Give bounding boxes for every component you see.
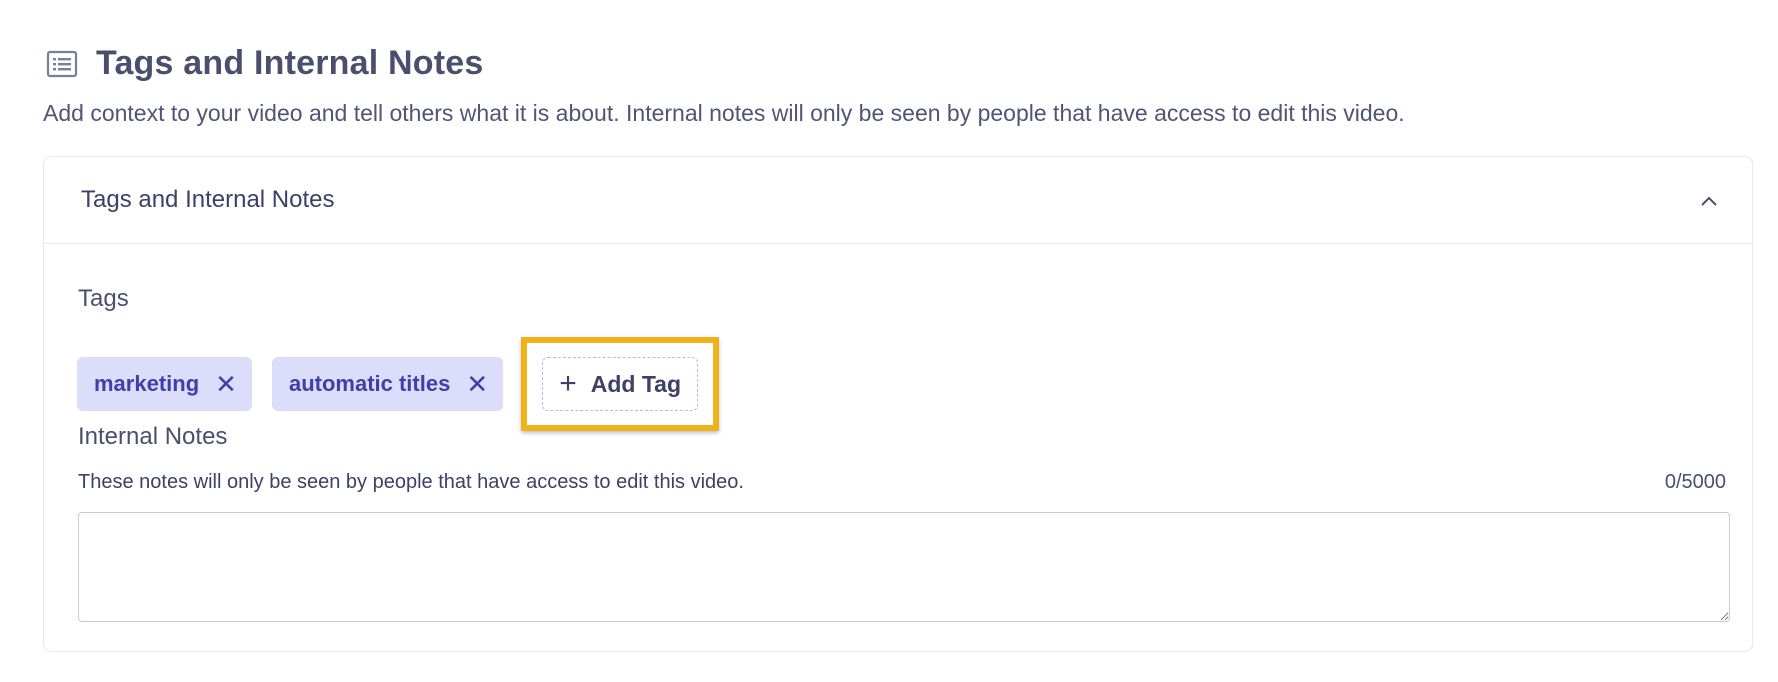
add-tag-highlight: + Add Tag [521,337,720,431]
internal-notes-help: These notes will only be seen by people … [78,471,744,493]
tags-notes-card: Tags and Internal Notes Tags marketing ✕… [43,156,1753,652]
character-counter: 0/5000 [1664,471,1726,493]
internal-notes-label: Internal Notes [78,423,228,450]
section-title: Tags and Internal Notes [96,44,484,82]
plus-icon: + [559,367,577,400]
tag-chip-marketing: marketing ✕ [77,357,252,411]
page: Tags and Internal Notes Add context to y… [0,0,1778,682]
section-header: Tags and Internal Notes [46,44,483,83]
chevron-up-icon[interactable] [1696,188,1722,214]
remove-tag-icon[interactable]: ✕ [215,371,237,397]
tags-list: marketing ✕ automatic titles ✕ + Add Tag [77,337,720,431]
add-tag-label: Add Tag [590,370,682,397]
internal-notes-textarea[interactable] [78,512,1730,622]
add-tag-button[interactable]: + Add Tag [542,357,699,411]
remove-tag-icon[interactable]: ✕ [466,371,488,397]
tag-label: automatic titles [288,371,451,396]
tags-label: Tags [78,285,129,312]
card-title: Tags and Internal Notes [81,186,335,213]
list-icon [46,49,78,79]
card-header[interactable]: Tags and Internal Notes [44,157,1752,244]
tag-chip-automatic-titles: automatic titles ✕ [271,357,504,411]
tag-label: marketing [94,371,200,396]
section-description: Add context to your video and tell other… [43,100,1405,126]
